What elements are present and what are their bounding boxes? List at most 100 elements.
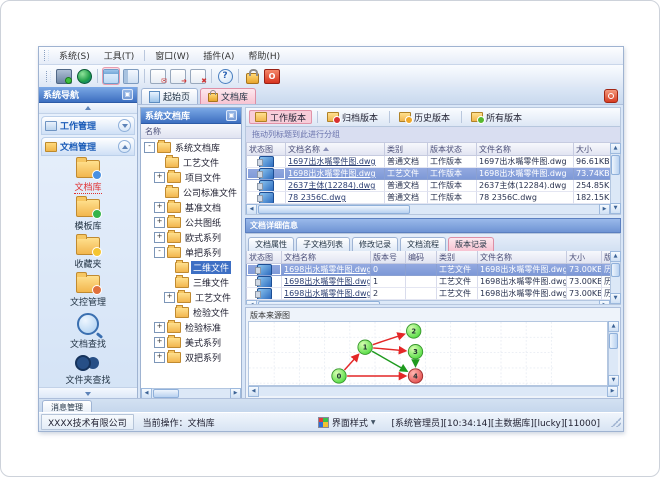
scrollbar-thumb[interactable] — [153, 389, 179, 398]
tree-node[interactable]: + 检验标准 — [141, 320, 241, 335]
column-header-6[interactable]: 大小 — [574, 143, 610, 156]
scrollbar-thumb[interactable] — [609, 333, 618, 349]
expand-icon[interactable]: + — [154, 172, 165, 183]
button-all-version[interactable]: 所有版本 — [465, 110, 528, 124]
cell-category[interactable]: 普通文档 — [385, 180, 428, 192]
sidebar-group-docs[interactable]: 文档管理 — [41, 137, 135, 156]
cell-version-no[interactable]: 1 — [371, 276, 406, 288]
expand-group-button[interactable] — [118, 119, 131, 132]
detail-tab[interactable]: 子文档列表 — [296, 237, 350, 251]
status-icon-cell[interactable] — [247, 180, 286, 192]
scrollbar-thumb[interactable] — [611, 155, 620, 175]
tree-node[interactable]: 工艺文件 — [141, 155, 241, 170]
graph-vscrollbar[interactable]: ▲ ▼ — [608, 321, 619, 386]
column-header-3[interactable]: 版本号 — [371, 251, 406, 264]
cell-file-name[interactable]: 2637主体(12284).dwg — [477, 180, 574, 192]
scroll-down-icon[interactable]: ▼ — [608, 375, 619, 386]
cell-doc-name[interactable]: 1698出水嘴零件图.dwg — [282, 288, 371, 300]
status-icon-cell[interactable] — [247, 276, 282, 288]
tree-node[interactable]: + 工艺文件 — [141, 290, 241, 305]
tree-node[interactable]: + 基准文档 — [141, 200, 241, 215]
collapse-icon[interactable]: - — [154, 247, 165, 258]
cell-size[interactable]: 73.00KB — [567, 276, 602, 288]
cell-size[interactable]: 182.15KB — [574, 192, 610, 204]
sidebar-item-folder-search[interactable]: 文件夹查找 — [39, 355, 137, 386]
cell-version-status[interactable]: 工作版本 — [428, 168, 477, 180]
tree-node[interactable]: - 系统文档库 — [141, 140, 241, 155]
toolbar-drag-grip[interactable] — [46, 70, 51, 82]
column-header-2[interactable]: 文档名称 — [282, 251, 371, 264]
status-icon-cell[interactable] — [247, 168, 286, 180]
table-row[interactable]: 2637主体(12284).dwg 普通文档 工作版本 2637主体(12284).d… — [246, 180, 610, 192]
cell-size[interactable]: 73.00KB — [567, 264, 602, 276]
scroll-up-icon[interactable]: ▲ — [608, 321, 619, 332]
column-header-1[interactable]: 状态图 — [247, 143, 286, 156]
column-header-6[interactable]: 文件名称 — [478, 251, 567, 264]
table-row[interactable]: 1697出水嘴零件图.dwg 普通文档 工作版本 1697出水嘴零件图.dwg 96.6… — [246, 156, 610, 168]
collapse-group-button[interactable] — [118, 140, 131, 153]
scroll-left-icon[interactable]: ◀ — [246, 300, 257, 304]
cell-code[interactable] — [406, 276, 437, 288]
tree-node[interactable]: + 公共图纸 — [141, 215, 241, 230]
cell-doc-name[interactable]: 1698出水嘴零件图.dwg — [286, 168, 385, 180]
toolbar-button-page-export-icon[interactable] — [169, 67, 187, 85]
scroll-down-icon[interactable]: ▼ — [610, 293, 621, 304]
scrollbar-thumb[interactable] — [258, 205, 410, 214]
column-header-8[interactable]: 版本状态 — [602, 251, 610, 264]
version-node-4[interactable]: 4 — [407, 368, 424, 384]
toolbar-button-page-error-icon[interactable] — [189, 67, 207, 85]
cell-category[interactable]: 普通文档 — [385, 192, 428, 204]
table-row[interactable]: ▶1698出水嘴零件图.dwg0工艺文件1698出水嘴零件图.dwg73.00K… — [246, 264, 610, 276]
cell-code[interactable] — [406, 264, 437, 276]
version-table-vscrollbar[interactable]: ▲ ▼ — [610, 251, 621, 304]
scroll-left-icon[interactable]: ◀ — [246, 204, 257, 214]
tree-node[interactable]: + 项目文件 — [141, 170, 241, 185]
tree-node[interactable]: 三维文件 — [141, 275, 241, 290]
sidebar-item-doc-library-folder[interactable]: 文档库 — [39, 157, 137, 194]
toolbar-button-globe-icon[interactable] — [75, 67, 93, 85]
pin-icon[interactable]: ▣ — [122, 89, 133, 100]
version-node-1[interactable]: 1 — [357, 339, 373, 355]
tree-node[interactable]: + 双把系列 — [141, 350, 241, 365]
toolbar-button-window-layout-icon[interactable] — [122, 67, 140, 85]
cell-doc-name[interactable]: 78 2356C.dwg — [286, 192, 385, 204]
cell-size[interactable]: 73.74KB — [574, 168, 610, 180]
cell-size[interactable]: 96.61KB — [574, 156, 610, 168]
cell-version-status[interactable]: 历史版本 — [602, 288, 610, 300]
cell-version-status[interactable]: 工作版本 — [428, 192, 477, 204]
tree-horizontal-scrollbar[interactable]: ◀ ▶ — [141, 388, 241, 399]
cell-file-name[interactable]: 1698出水嘴零件图.dwg — [477, 168, 574, 180]
tree-node[interactable]: 检验文件 — [141, 305, 241, 320]
cell-category[interactable]: 工艺文件 — [437, 288, 478, 300]
cell-category[interactable]: 普通文档 — [385, 156, 428, 168]
tab-start-page[interactable]: 起始页 — [141, 88, 199, 104]
detail-tab[interactable]: 修改记录 — [352, 237, 398, 251]
version-node-0[interactable]: 0 — [331, 368, 347, 384]
cell-doc-name[interactable]: 1698出水嘴零件图.dwg — [282, 276, 371, 288]
detail-tab[interactable]: 文档属性 — [248, 237, 294, 251]
column-header-5[interactable]: 类别 — [437, 251, 478, 264]
menu-item[interactable]: 插件(A) — [196, 47, 241, 64]
toolbar-button-help-icon[interactable]: ? — [216, 67, 234, 85]
scroll-left-icon[interactable]: ◀ — [248, 386, 259, 397]
expand-icon[interactable]: + — [154, 202, 165, 213]
cell-version-no[interactable]: 0 — [371, 264, 406, 276]
cell-category[interactable]: 工艺文件 — [437, 276, 478, 288]
cell-size[interactable]: 73.00KB — [567, 288, 602, 300]
scroll-down-icon[interactable]: ▼ — [610, 203, 621, 214]
tree-node[interactable]: + 美式系列 — [141, 335, 241, 350]
pin-icon[interactable]: ▣ — [226, 110, 237, 121]
button-history-version[interactable]: 历史版本 — [393, 110, 456, 124]
cell-doc-name[interactable]: 1698出水嘴零件图.dwg — [282, 264, 371, 276]
graph-hscrollbar[interactable]: ◀ ▶ — [248, 386, 618, 397]
column-header-3[interactable]: 类别 — [385, 143, 428, 156]
tree-node[interactable]: 公司标准文件 — [141, 185, 241, 200]
cell-category[interactable]: 工艺文件 — [437, 264, 478, 276]
expand-icon[interactable]: + — [154, 322, 165, 333]
scroll-right-icon[interactable]: ▶ — [599, 204, 610, 214]
scroll-right-icon[interactable]: ▶ — [607, 386, 618, 397]
toolbar-button-mail-delete-icon[interactable] — [149, 67, 167, 85]
table-row[interactable]: 1698出水嘴零件图.dwg 1 工艺文件 1698出水嘴零件图.dwg 73.00KB… — [246, 276, 610, 288]
tree-column-header[interactable]: 名称 — [141, 124, 241, 139]
tree-node[interactable]: + 欧式系列 — [141, 230, 241, 245]
